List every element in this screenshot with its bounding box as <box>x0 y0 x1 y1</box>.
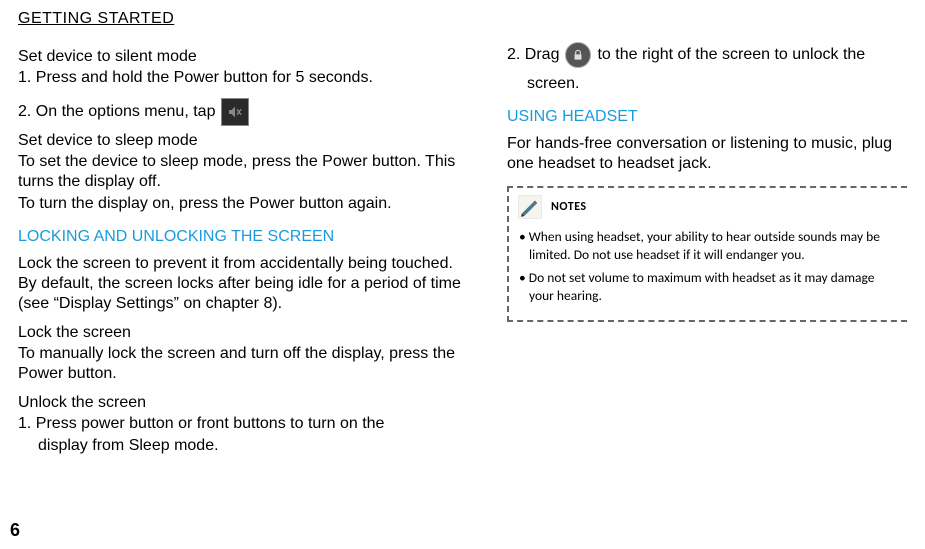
unlock-step-1-cont: display from Sleep mode. <box>18 436 472 456</box>
unlock-step-1: 1. Press power button or front buttons t… <box>18 414 472 434</box>
unlock-step-2-suffix: to the right of the screen to unlock the <box>597 46 865 64</box>
lock-screen-body: To manually lock the screen and turn off… <box>18 344 472 384</box>
note-item-1: When using headset, your ability to hear… <box>517 228 897 263</box>
page-number: 6 <box>10 520 20 541</box>
right-column: 2. Drag to the right of the screen to un… <box>507 42 907 458</box>
unlock-step-2: 2. Drag to the right of the screen to un… <box>507 42 907 68</box>
notes-pencil-icon <box>517 194 543 220</box>
notes-title: NOTES <box>551 200 587 214</box>
page-title: GETTING STARTED <box>18 10 907 28</box>
lock-intro: Lock the screen to prevent it from accid… <box>18 254 472 314</box>
sleep-mode-heading: Set device to sleep mode <box>18 132 472 150</box>
sleep-body-2: To turn the display on, press the Power … <box>18 194 472 214</box>
unlock-step-2-prefix: 2. Drag <box>507 46 559 64</box>
silent-step-1: 1. Press and hold the Power button for 5… <box>18 68 472 88</box>
sleep-body-1: To set the device to sleep mode, press t… <box>18 152 472 192</box>
note-item-2: Do not set volume to maximum with headse… <box>517 269 897 304</box>
silent-step-2: 2. On the options menu, tap <box>18 98 472 126</box>
headset-section-heading: USING HEADSET <box>507 108 907 126</box>
lock-icon <box>565 42 591 68</box>
unlock-step-2-cont: screen. <box>507 74 907 94</box>
notes-box: NOTES When using headset, your ability t… <box>507 186 907 322</box>
notes-header: NOTES <box>517 194 897 220</box>
content-columns: Set device to silent mode 1. Press and h… <box>18 42 907 458</box>
unlock-heading: Unlock the screen <box>18 394 472 412</box>
headset-body: For hands-free conversation or listening… <box>507 134 907 174</box>
silent-mode-icon <box>221 98 249 126</box>
lock-section-heading: LOCKING AND UNLOCKING THE SCREEN <box>18 228 472 246</box>
lock-screen-heading: Lock the screen <box>18 324 472 342</box>
silent-mode-heading: Set device to silent mode <box>18 48 472 66</box>
silent-step-2-text: 2. On the options menu, tap <box>18 103 215 121</box>
left-column: Set device to silent mode 1. Press and h… <box>18 42 472 458</box>
